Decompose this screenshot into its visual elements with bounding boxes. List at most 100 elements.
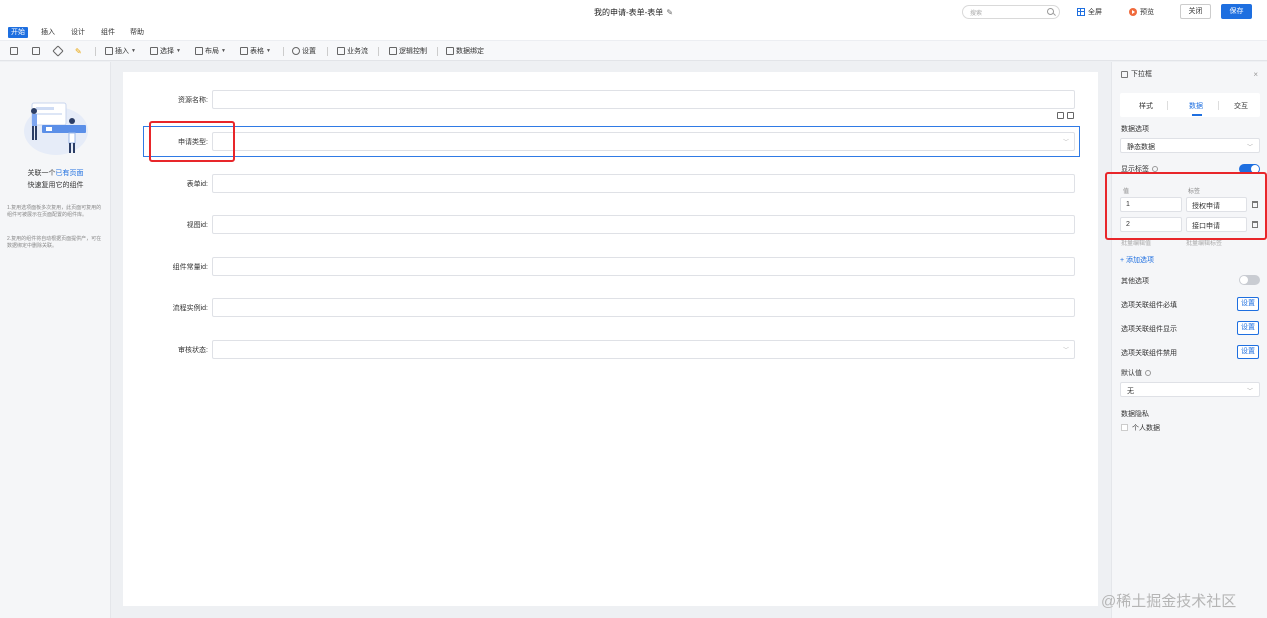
logic-control-button[interactable]: 逻辑控制 (389, 46, 427, 56)
chevron-down-icon: ﹀ (1246, 389, 1253, 395)
other-option-label: 其他选项 (1121, 278, 1149, 285)
trash-icon (32, 47, 40, 55)
close-button[interactable]: 关闭 (1180, 4, 1211, 19)
top-bar: 我的申请-表单-表单 ✎ 搜索 全屏 预览 关闭 保存 (0, 0, 1267, 24)
info-icon (1145, 370, 1151, 377)
toggle-knob (1240, 276, 1248, 284)
other-option-toggle[interactable] (1239, 275, 1260, 285)
option-disable-set-button[interactable]: 设置 (1237, 345, 1259, 359)
add-option-button[interactable]: + 添加选项 (1120, 255, 1154, 265)
dropdown-component-icon (1121, 70, 1128, 78)
search-placeholder: 搜索 (970, 11, 983, 17)
settings-label: 设置 (302, 48, 316, 55)
menu-tab-components[interactable]: 组件 (101, 27, 115, 38)
data-binding-button[interactable]: 数据绑定 (446, 46, 484, 56)
layout-dropdown[interactable]: 布局 ▼ (195, 46, 226, 56)
option-show-label: 选项关联组件显示 (1121, 326, 1177, 333)
highlight-annotation-options (1105, 172, 1267, 240)
option-show-set-button[interactable]: 设置 (1237, 321, 1259, 335)
tab-style[interactable]: 样式 (1139, 101, 1153, 111)
process-instance-id-input[interactable] (212, 298, 1075, 317)
preview-icon (1129, 8, 1137, 16)
data-source-select[interactable]: 静态数据 ﹀ (1120, 138, 1260, 153)
menu-tab-help[interactable]: 帮助 (130, 27, 144, 38)
field-label: 资源名称: (178, 97, 208, 104)
menu-bar: 开始 插入 设计 组件 帮助 (0, 24, 1267, 40)
select-dropdown[interactable]: 选择 ▼ (150, 46, 181, 56)
insert-label: 插入 (115, 48, 129, 55)
data-binding-label: 数据绑定 (456, 48, 484, 55)
field-label: 视图id: (186, 222, 208, 229)
save-button[interactable]: 保存 (1221, 4, 1252, 19)
selected-component-tools (1057, 112, 1074, 119)
layout-icon (195, 47, 203, 55)
form-row-review-status: 审核状态: ﹀ (123, 340, 1098, 360)
view-id-input[interactable] (212, 215, 1075, 234)
fullscreen-icon (1077, 8, 1085, 16)
eraser-icon (52, 45, 64, 57)
default-value-label: 默认值 (1121, 368, 1151, 378)
toolbar-divider (283, 47, 284, 56)
delete-component-icon[interactable] (1067, 112, 1074, 119)
default-value: 无 (1127, 388, 1134, 395)
component-constant-id-input[interactable] (212, 257, 1075, 276)
toolbar-divider (95, 47, 96, 56)
form-row-apply-type: 申请类型: ﹀ (123, 132, 1098, 152)
eraser-button[interactable] (52, 45, 64, 57)
copy-button[interactable] (10, 46, 18, 56)
form-row-form-id: 表单id: (123, 174, 1098, 194)
apply-type-select[interactable]: ﹀ (212, 132, 1075, 151)
menu-tab-insert[interactable]: 插入 (41, 27, 55, 38)
data-binding-icon (446, 47, 454, 55)
tab-interaction[interactable]: 交互 (1234, 101, 1248, 111)
caret-down-icon: ▼ (176, 48, 181, 54)
close-icon[interactable]: × (1253, 70, 1258, 79)
review-status-select[interactable]: ﹀ (212, 340, 1075, 359)
delete-button[interactable] (32, 46, 40, 56)
workflow-icon (337, 47, 345, 55)
toolbar: ✎ 插入 ▼ 选择 ▼ 布局 ▼ 表格 ▼ 设置 业务流 逻辑控制 数据绑定 (0, 40, 1267, 61)
tab-data[interactable]: 数据 (1189, 101, 1203, 111)
property-tabs: 样式 数据 交互 (1120, 93, 1260, 117)
page-title-text: 我的申请-表单-表单 (593, 8, 664, 17)
reuse-subtitle: 快速复用它的组件 (27, 182, 84, 189)
component-title: 下拉框 (1121, 69, 1152, 79)
preview-button[interactable]: 预览 (1129, 7, 1154, 17)
field-label: 表单id: (186, 181, 208, 188)
reuse-page-prompt: 关联一个已有页面 (0, 168, 111, 178)
brush-icon: ✎ (75, 46, 82, 56)
reuse-prefix: 关联一个 (27, 170, 56, 177)
tab-divider (1218, 101, 1219, 110)
caret-down-icon: ▼ (131, 48, 136, 54)
edit-pencil-icon[interactable]: ✎ (666, 8, 673, 17)
table-dropdown[interactable]: 表格 ▼ (240, 46, 271, 56)
personal-data-checkbox[interactable] (1121, 424, 1128, 431)
workflow-button[interactable]: 业务流 (337, 46, 368, 56)
menu-tab-design[interactable]: 设计 (71, 27, 85, 38)
fullscreen-label: 全屏 (1088, 9, 1102, 16)
reuse-illustration (24, 102, 88, 155)
default-value-select[interactable]: 无 ﹀ (1120, 382, 1260, 397)
table-label: 表格 (250, 48, 264, 55)
fullscreen-button[interactable]: 全屏 (1077, 7, 1102, 17)
form-row-process-instance-id: 流程实例id: (123, 298, 1098, 318)
copy-icon (10, 47, 18, 55)
option-required-set-button[interactable]: 设置 (1237, 297, 1259, 311)
chevron-down-icon: ﹀ (1062, 348, 1069, 354)
highlight-annotation-field (149, 121, 235, 162)
logic-icon (389, 47, 397, 55)
chevron-down-icon: ﹀ (1062, 140, 1069, 146)
toolbar-divider (378, 47, 379, 56)
preview-label: 预览 (1140, 9, 1154, 16)
insert-dropdown[interactable]: 插入 ▼ (105, 46, 136, 56)
form-row-component-constant-id: 组件常量id: (123, 257, 1098, 277)
form-id-input[interactable] (212, 174, 1075, 193)
menu-tab-start[interactable]: 开始 (8, 27, 28, 38)
field-label: 组件常量id: (172, 264, 208, 271)
search-input[interactable]: 搜索 (962, 5, 1060, 19)
settings-button[interactable]: 设置 (292, 46, 316, 56)
copy-component-icon[interactable] (1057, 112, 1064, 119)
existing-page-link[interactable]: 已有页面 (56, 170, 84, 177)
format-brush-button[interactable]: ✎ (75, 46, 82, 56)
resource-name-input[interactable] (212, 90, 1075, 109)
